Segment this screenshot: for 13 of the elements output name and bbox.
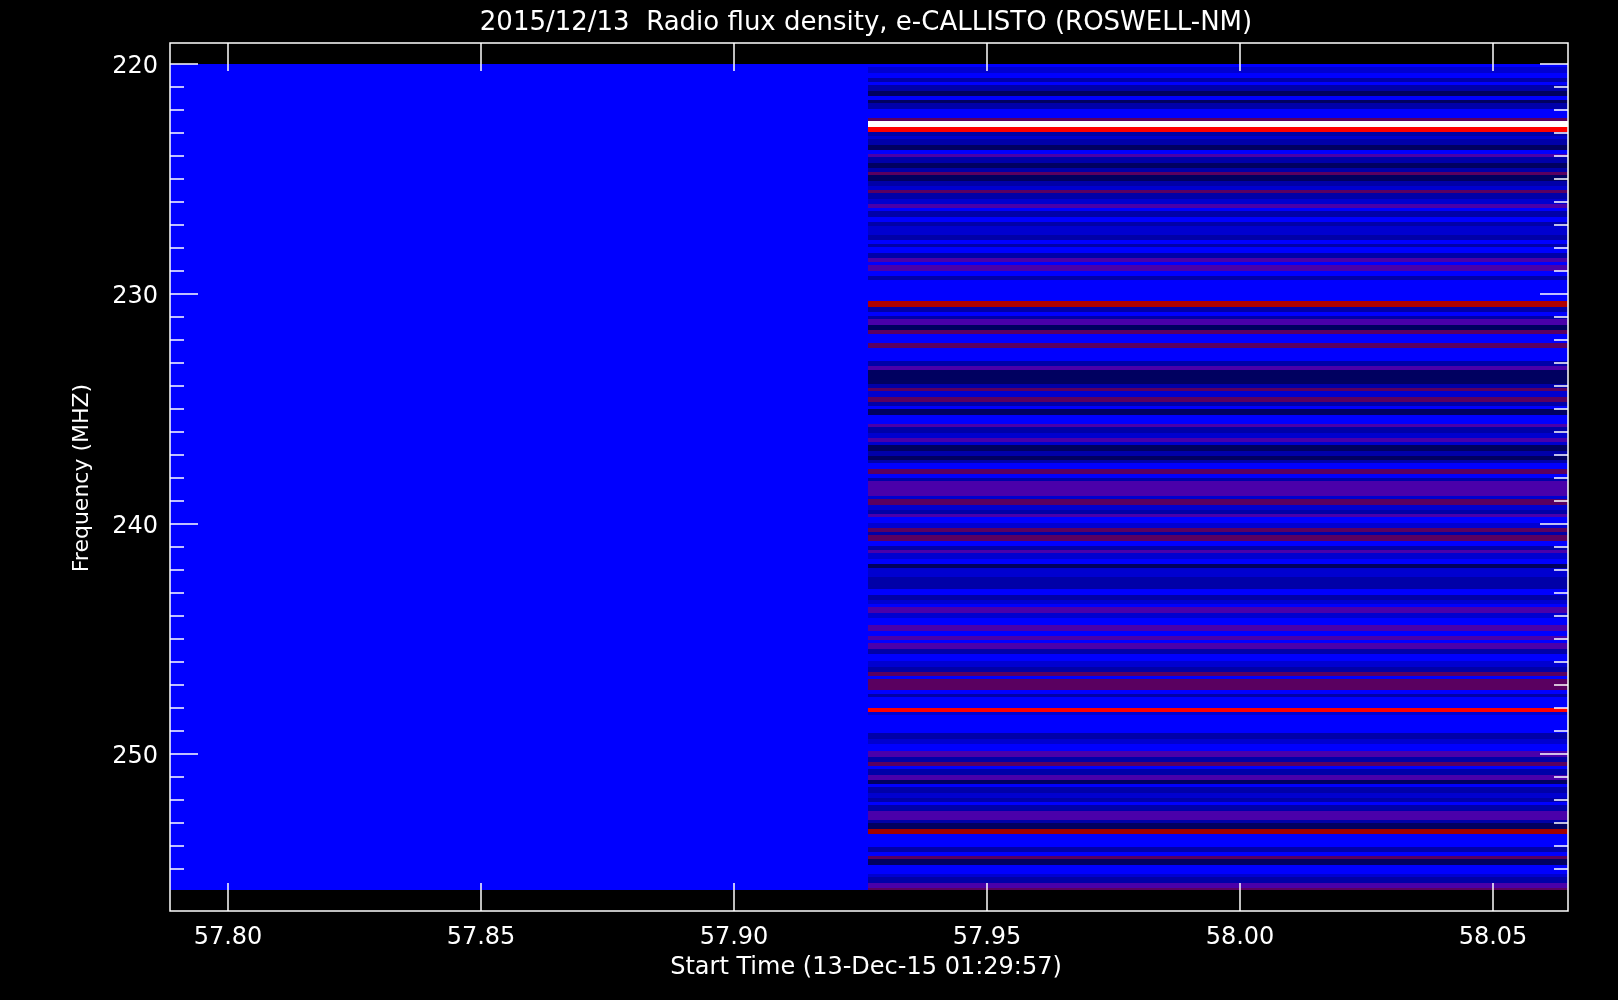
y-tick-label: 220 <box>112 51 158 79</box>
y-axis-label: Frequency (MHZ) <box>68 383 93 573</box>
x-tick-label: 58.00 <box>1205 922 1275 950</box>
y-tick-label: 230 <box>112 281 158 309</box>
y-tick-label: 250 <box>112 741 158 769</box>
x-tick-label: 57.95 <box>952 922 1022 950</box>
x-axis-label: Start Time (13-Dec-15 01:29:57) <box>670 952 1062 980</box>
y-tick-label: 240 <box>112 511 158 539</box>
chart-title: 2015/12/13 Radio flux density, e-CALLISTO (ROSWELL-NM) <box>479 6 1253 36</box>
x-tick-label: 57.80 <box>193 922 263 950</box>
x-tick-label: 57.90 <box>699 922 769 950</box>
x-tick-label: 58.05 <box>1458 922 1528 950</box>
x-tick-label: 57.85 <box>446 922 516 950</box>
